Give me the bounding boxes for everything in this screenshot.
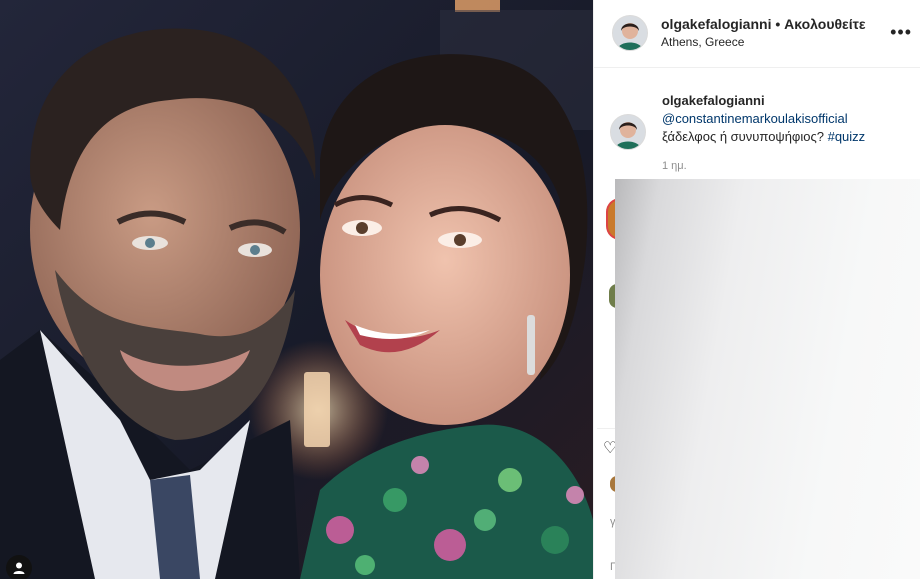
- separator-dot: •: [775, 16, 781, 32]
- caption-username[interactable]: olgakefalogianni: [662, 93, 765, 108]
- following-status[interactable]: Ακολουθείτε: [784, 16, 865, 32]
- post-username[interactable]: olgakefalogianni: [661, 16, 771, 32]
- more-options-icon[interactable]: •••: [890, 22, 912, 43]
- avatar-image: [613, 16, 647, 50]
- user-tag-icon: [13, 562, 25, 574]
- actions-divider: [597, 428, 617, 429]
- caption-timestamp: 1 ημ.: [662, 160, 687, 172]
- post-location[interactable]: Athens, Greece: [661, 35, 744, 49]
- caption-hashtag[interactable]: #quizz: [828, 129, 866, 144]
- caption-text-line: ξάδελφος ή συνυποψήφιος? #quizz: [662, 129, 865, 144]
- photo-illustration: [0, 0, 593, 579]
- tagged-users-button[interactable]: [6, 555, 32, 579]
- post-photo[interactable]: [0, 0, 593, 579]
- blur-overlay: [615, 179, 920, 579]
- author-avatar[interactable]: [612, 15, 648, 51]
- avatar-image: [611, 115, 645, 149]
- caption-avatar[interactable]: [610, 114, 646, 150]
- post-author-line: olgakefalogianni • Ακολουθείτε: [661, 16, 865, 32]
- post-header: olgakefalogianni • Ακολουθείτε Athens, G…: [594, 0, 920, 68]
- caption-text: ξάδελφος ή συνυποψήφιος?: [662, 129, 824, 144]
- caption-mention[interactable]: @constantinemarkoulakisofficial: [662, 111, 848, 126]
